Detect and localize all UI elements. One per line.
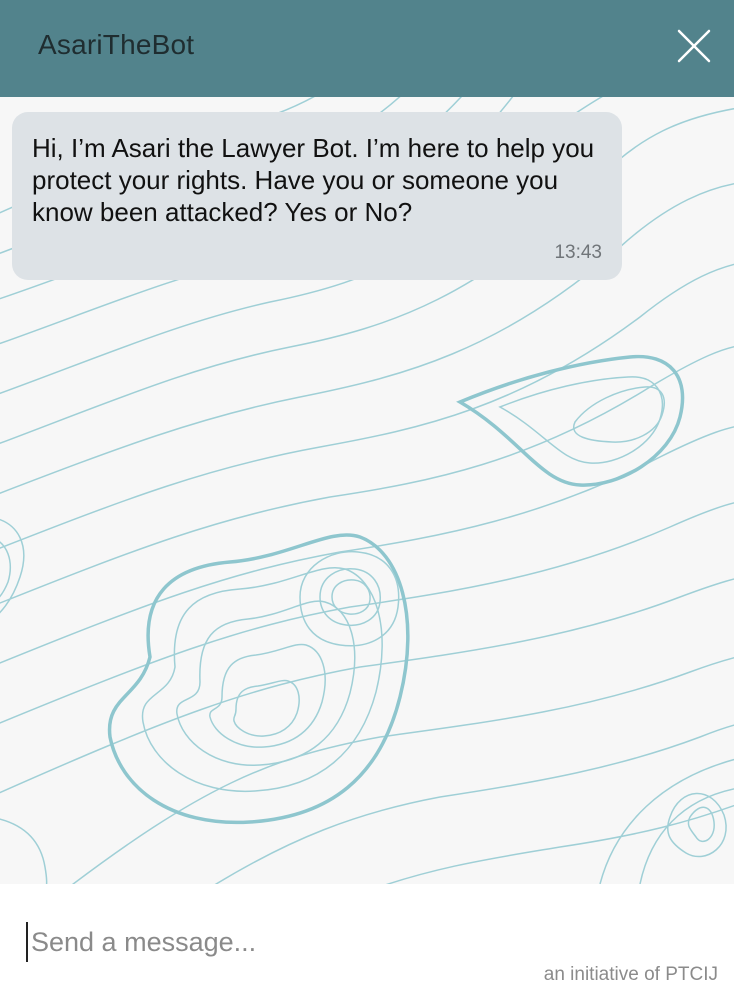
message-composer: an initiative of PTCIJ: [0, 884, 734, 996]
message-list[interactable]: Hi, I’m Asari the Lawyer Bot. I’m here t…: [0, 97, 734, 884]
close-icon: [677, 29, 711, 63]
chat-header: AsariTheBot: [0, 0, 734, 97]
close-button[interactable]: [676, 28, 712, 64]
header-title: AsariTheBot: [38, 29, 195, 60]
message-input[interactable]: [26, 922, 701, 962]
message-text: Hi, I’m Asari the Lawyer Bot. I’m here t…: [32, 133, 595, 227]
message-timestamp: 13:43: [554, 242, 602, 263]
footer-credit: an initiative of PTCIJ: [543, 964, 718, 985]
chat-widget: AsariTheBot Hi, I’m Asari the Lawyer Bot…: [0, 0, 734, 996]
bot-message-bubble: Hi, I’m Asari the Lawyer Bot. I’m here t…: [12, 112, 622, 280]
